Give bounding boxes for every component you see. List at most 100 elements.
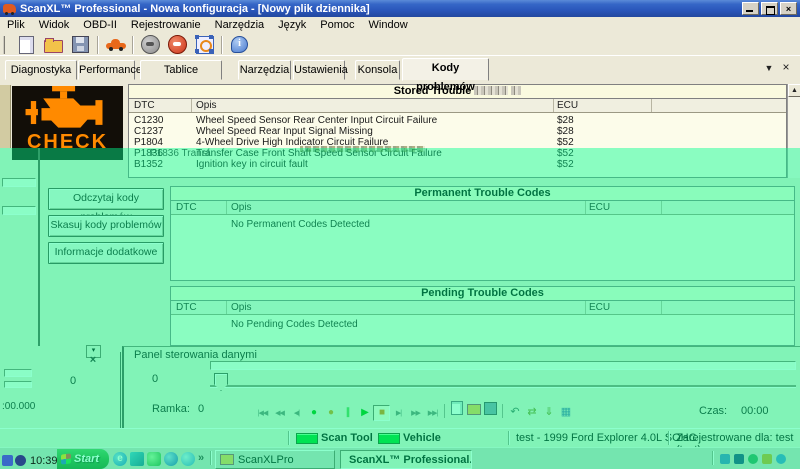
tab-performance[interactable]: Performance <box>78 60 135 80</box>
slider-track[interactable] <box>210 385 796 388</box>
tray-icon[interactable] <box>15 455 26 466</box>
tab-close-icon[interactable]: × <box>779 60 793 74</box>
slider-thumb[interactable] <box>214 373 228 391</box>
tab-ustawienia[interactable]: Ustawienia <box>293 60 345 80</box>
tray-icon[interactable] <box>762 454 772 464</box>
tab-dropdown-icon[interactable]: ▼ <box>762 63 776 73</box>
dashboard-button[interactable] <box>191 34 218 55</box>
glitch-artifact <box>474 86 508 95</box>
col-ecu[interactable]: ECU <box>557 100 578 111</box>
col-dtc[interactable]: DTC <box>134 100 155 111</box>
table-row[interactable]: C1230Wheel Speed Sensor Rear Center Inpu… <box>129 115 786 126</box>
folder-icon <box>220 454 234 465</box>
open-log-button[interactable] <box>465 402 482 418</box>
glitch-artifact: P1836 Transf <box>150 148 209 159</box>
start-button[interactable]: Start <box>57 449 109 469</box>
tab-konsola[interactable]: Konsola <box>355 60 400 80</box>
step-forward-button[interactable]: ▶| <box>390 405 407 421</box>
tray-icon[interactable] <box>734 454 744 464</box>
swap-button[interactable]: ⇄ <box>523 404 540 420</box>
disconnect-button[interactable] <box>164 34 191 55</box>
connect-button[interactable] <box>137 34 164 55</box>
skip-end-button[interactable]: ▶▶| <box>424 405 441 421</box>
undo-button[interactable]: ↶ <box>506 404 523 420</box>
task-scanxlpro[interactable]: ScanXLPro <box>215 450 335 469</box>
pause-button[interactable]: ∥ <box>339 405 356 421</box>
tray-icon[interactable] <box>776 454 786 464</box>
col-opis[interactable]: Opis <box>231 202 252 213</box>
no-pending-codes-text: No Pending Codes Detected <box>231 319 358 330</box>
col-dtc[interactable]: DTC <box>176 202 197 213</box>
quick-launch-icon[interactable] <box>130 452 144 466</box>
tray-icon[interactable] <box>2 455 13 466</box>
marker-button[interactable]: ● <box>322 405 339 421</box>
app-icon <box>3 4 16 13</box>
step-back-button[interactable]: ◀| <box>288 405 305 421</box>
additional-info-button[interactable]: Informacje dodatkowe <box>48 242 164 264</box>
skip-start-button[interactable]: |◀◀ <box>254 405 271 421</box>
vehicle-button[interactable] <box>102 34 129 55</box>
play-button[interactable]: ▶ <box>356 405 373 421</box>
fast-forward-button[interactable]: ▶▶ <box>407 405 424 421</box>
task-scanxl-professional[interactable]: ScanXL™ Professional... <box>340 450 472 469</box>
glitch-artifact <box>38 148 40 346</box>
quick-launch-icon[interactable] <box>181 452 195 466</box>
col-opis[interactable]: Opis <box>196 100 217 111</box>
scroll-up-button[interactable]: ▲ <box>788 84 800 97</box>
restore-button[interactable] <box>761 2 778 15</box>
toolbar-grip[interactable] <box>3 36 9 54</box>
minimize-button[interactable] <box>742 2 759 15</box>
menu-obd2[interactable]: OBD-II <box>76 19 124 31</box>
tab-diagnostyka[interactable]: Diagnostyka <box>5 60 77 80</box>
clear-codes-button[interactable]: Skasuj kody problemów <box>48 215 164 237</box>
grid-button[interactable]: ▦ <box>557 404 574 420</box>
open-file-button[interactable] <box>40 34 67 55</box>
col-ecu[interactable]: ECU <box>589 302 610 313</box>
permanent-codes-title: Permanent Trouble Codes <box>171 187 794 201</box>
quick-launch-icon[interactable] <box>147 452 161 466</box>
tray-icon[interactable] <box>720 454 730 464</box>
quick-launch-icon[interactable] <box>164 452 178 466</box>
menu-pomoc[interactable]: Pomoc <box>313 19 361 31</box>
pending-codes-title: Pending Trouble Codes <box>171 287 794 301</box>
new-file-button[interactable] <box>13 34 40 55</box>
col-dtc[interactable]: DTC <box>176 302 197 313</box>
table-row[interactable]: P18044-Wheel Drive High Indicator Circui… <box>129 137 786 148</box>
status-bar: Scan Tool Vehicle test - 1999 Ford Explo… <box>0 428 800 448</box>
table-row[interactable]: C1237Wheel Speed Rear Input Signal Missi… <box>129 126 786 137</box>
dashboard-icon <box>196 36 214 54</box>
quick-launch-ie-icon[interactable]: e <box>113 452 127 466</box>
stop-button[interactable]: ■ <box>373 405 390 421</box>
menu-widok[interactable]: Widok <box>32 19 77 31</box>
fragment-value: 0 <box>70 375 76 387</box>
menu-jezyk[interactable]: Język <box>271 19 313 31</box>
save-log-button[interactable] <box>482 401 499 417</box>
menu-rejestrowanie[interactable]: Rejestrowanie <box>124 19 208 31</box>
stored-codes-scrollbar[interactable]: ▲ <box>787 84 800 178</box>
new-file-icon <box>451 401 463 415</box>
tab-tablice-rozdzielcze[interactable]: Tablice rozdzielcze <box>140 60 222 80</box>
col-opis[interactable]: Opis <box>231 302 252 313</box>
tray-icon[interactable] <box>748 454 758 464</box>
scan-tool-led <box>296 433 318 444</box>
close-icon[interactable]: × <box>86 354 100 367</box>
rewind-button[interactable]: ◀◀ <box>271 405 288 421</box>
menu-plik[interactable]: Plik <box>0 19 32 31</box>
read-codes-button[interactable]: Odczytaj kody problemów <box>48 188 164 210</box>
col-ecu[interactable]: ECU <box>589 202 610 213</box>
record-button[interactable]: ● <box>305 405 322 421</box>
save-file-button[interactable] <box>67 34 94 55</box>
menu-narzedzia[interactable]: Narzędzia <box>208 19 272 31</box>
export-button[interactable]: ⇓ <box>540 404 557 420</box>
new-log-button[interactable] <box>448 400 465 416</box>
tab-narzedzia[interactable]: Narzędzia <box>238 60 291 80</box>
empty-row: No Pending Codes Detected <box>171 319 794 333</box>
table-row[interactable]: P1836Transfer Case Front Shaft Speed Sen… <box>129 148 786 159</box>
info-button[interactable]: i <box>226 34 253 55</box>
menu-window[interactable]: Window <box>362 19 415 31</box>
data-panel-title: Panel sterowania danymi <box>134 349 257 361</box>
tab-kody-problemow[interactable]: Kody problemów <box>402 58 489 81</box>
table-row[interactable]: B1352Ignition key in circuit fault$52 <box>129 159 786 170</box>
close-button[interactable]: × <box>780 2 797 15</box>
quick-launch-overflow[interactable]: » <box>198 452 204 464</box>
